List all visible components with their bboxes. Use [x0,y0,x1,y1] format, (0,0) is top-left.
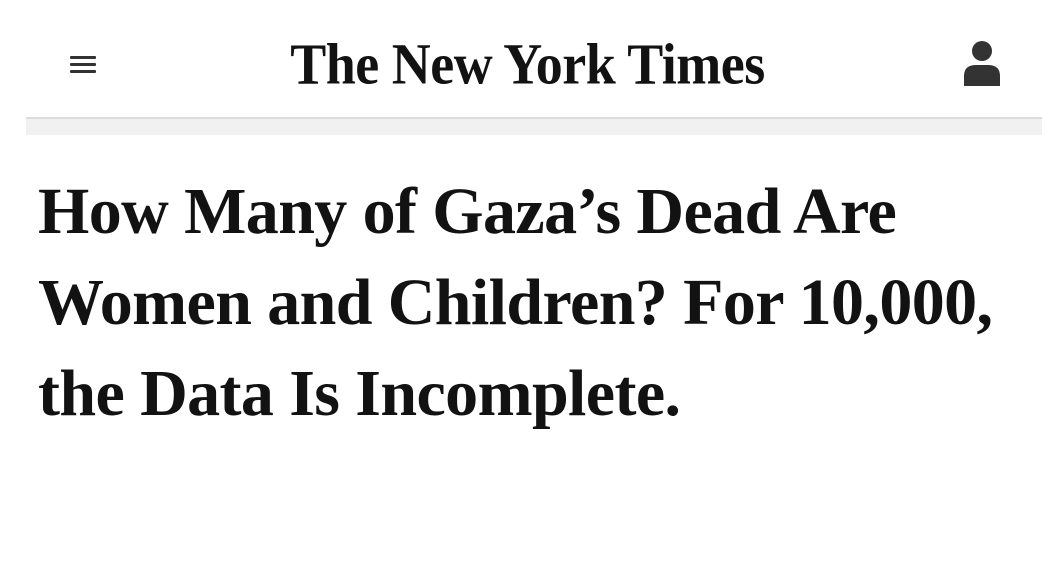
site-header: The New York Times [0,0,1055,118]
account-button[interactable] [956,36,1008,92]
masthead-logo[interactable]: The New York Times [0,28,1055,100]
header-divider-band [26,119,1042,135]
masthead-text: The New York Times [290,31,765,97]
article-headline: How Many of Gaza’s Dead Are Women and Ch… [38,175,993,430]
user-account-icon [964,41,1000,86]
